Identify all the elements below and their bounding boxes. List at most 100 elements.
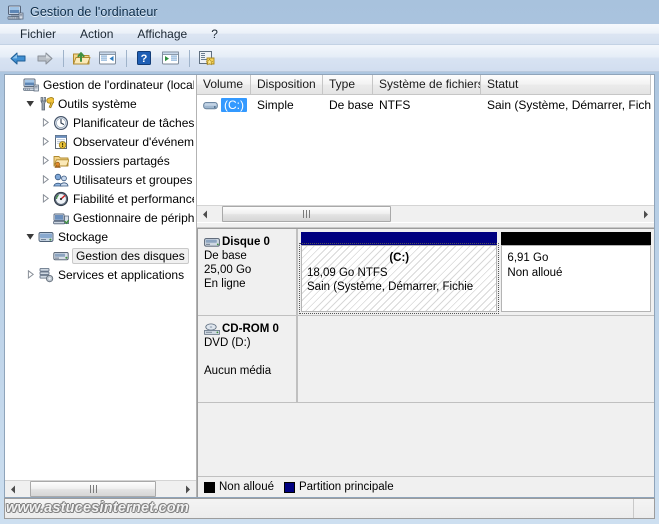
tools-icon <box>38 96 54 112</box>
tree-node-label: Outils système <box>58 96 137 111</box>
partition-body[interactable]: (C:) 18,09 Go NTFS Sain (Système, Démarrer… <box>298 243 500 314</box>
partition-size: 6,91 Go <box>507 252 549 264</box>
tree-node-stockage[interactable]: Stockage <box>5 227 196 246</box>
legend-label: Partition principale <box>298 481 394 493</box>
toolbar-help[interactable]: ? <box>132 47 156 70</box>
legend-label: Non alloué <box>219 481 274 493</box>
toolbar-back[interactable] <box>6 47 30 70</box>
table-row[interactable]: (C:) Simple De base NTFS Sain (Système, Déma… <box>197 95 654 115</box>
volume-list-body[interactable]: (C:) Simple De base NTFS Sain (Système, Déma… <box>197 95 654 115</box>
twisty-expanded-icon[interactable] <box>23 232 38 241</box>
disk-legend: Non alloué Partition principale <box>198 476 654 497</box>
tree-horizontal-scrollbar[interactable] <box>5 480 196 497</box>
titlebar: Gestion de l'ordinateur <box>0 0 659 24</box>
disk-info-panel[interactable]: CD-ROM 0 DVD (D:) Aucun média <box>198 316 298 402</box>
computer-management-window: Gestion de l'ordinateur Fichier Action A… <box>0 0 659 524</box>
volume-list-header[interactable]: Volume Disposition Type Système de fichiers… <box>197 75 654 95</box>
twisty-expanded-icon[interactable] <box>23 99 38 108</box>
scroll-right-icon[interactable] <box>637 206 654 222</box>
volume-column-header[interactable]: Disposition <box>251 75 323 95</box>
volume-list-horizontal-scrollbar[interactable] <box>197 205 654 222</box>
twisty-collapsed-icon[interactable] <box>38 156 53 165</box>
scroll-left-icon[interactable] <box>197 206 214 222</box>
disk-name: Disque 0 <box>222 236 270 248</box>
tree-node-dossiers-partag-s[interactable]: Dossiers partagés <box>5 151 196 170</box>
tree-node-gestion-des-disques[interactable]: Gestion des disques <box>5 246 196 265</box>
tree-node-fiabilit-et-performance[interactable]: Fiabilité et performance <box>5 189 196 208</box>
twisty-collapsed-icon[interactable] <box>23 270 38 279</box>
statusbar <box>4 498 655 519</box>
help-icon: ? <box>136 50 152 66</box>
partition-body[interactable]: 6,91 Go Non alloué <box>501 245 651 312</box>
partition-status: Non alloué <box>507 266 563 279</box>
users-icon <box>53 172 69 188</box>
twisty-collapsed-icon[interactable] <box>38 194 53 203</box>
volume-cell-status: Sain (Système, Démarrer, Fichi <box>487 98 651 112</box>
volume-cell-name[interactable]: (C:) <box>197 98 251 112</box>
disk-partition[interactable]: 6,91 Go Non alloué <box>501 232 651 312</box>
disk-rows[interactable]: Disque 0 De base 25,00 Go En ligne (C:) 18,09… <box>198 229 654 476</box>
console-tree[interactable]: Gestion de l'ordinateur (local) Outils sy… <box>5 75 196 480</box>
toolbar-show-hide-action-pane[interactable] <box>158 47 182 70</box>
volume-name: (C:) <box>221 98 247 112</box>
toolbar-separator-3 <box>189 49 190 67</box>
twisty-collapsed-icon[interactable] <box>38 118 53 127</box>
menu-action[interactable]: Action <box>70 25 123 43</box>
toolbar-forward[interactable] <box>32 47 56 70</box>
scroll-right-icon[interactable] <box>179 481 196 497</box>
disk-info-spacer <box>204 350 290 364</box>
toolbar-refresh[interactable] <box>195 47 219 70</box>
legend-swatch <box>204 481 215 493</box>
tree-scroll-track[interactable] <box>22 481 179 497</box>
toolbar-show-hide-tree[interactable] <box>95 47 119 70</box>
disk-name: CD-ROM 0 <box>222 323 279 335</box>
tree-node-outils-syst-me[interactable]: Outils système <box>5 94 196 113</box>
menu-affichage[interactable]: Affichage <box>127 25 197 43</box>
tree-node-gestionnaire-de-p-riph[interactable]: Gestionnaire de périphé <box>5 208 196 227</box>
volume-scroll-track[interactable] <box>214 206 637 222</box>
back-arrow-icon <box>9 51 28 66</box>
legend-primary-partition: Partition principale <box>283 481 394 493</box>
services-icon <box>38 267 54 283</box>
disk-partitions: (C:) 18,09 Go NTFS Sain (Système, Démarrer… <box>298 229 654 315</box>
tree-node-label: Gestion de l'ordinateur (local) <box>43 77 194 92</box>
toolbar-separator-1 <box>63 49 64 67</box>
volume-column-header[interactable]: Type <box>323 75 373 95</box>
menu-help[interactable]: ? <box>201 25 228 43</box>
volume-scroll-thumb[interactable] <box>222 206 391 222</box>
twisty-collapsed-icon[interactable] <box>38 137 53 146</box>
volume-column-header[interactable]: Statut <box>481 75 651 95</box>
disk-row[interactable]: Disque 0 De base 25,00 Go En ligne (C:) 18,09… <box>198 229 654 316</box>
resize-grip-icon[interactable] <box>633 499 654 518</box>
client-area: Gestion de l'ordinateur (local) Outils sy… <box>4 74 655 498</box>
clock-icon <box>53 115 69 131</box>
disk-row[interactable]: CD-ROM 0 DVD (D:) Aucun média <box>198 316 654 403</box>
tree-node-services-et-applications[interactable]: Services et applications <box>5 265 196 284</box>
toolbar-up-one-level[interactable] <box>69 47 93 70</box>
details-pane: Volume Disposition Type Système de fichiers… <box>197 75 654 497</box>
disk-type: De base <box>204 250 247 262</box>
shared-folder-icon <box>53 153 69 169</box>
tree-node-planificateur-de-t-ches[interactable]: Planificateur de tâches <box>5 113 196 132</box>
tree-scroll-thumb[interactable] <box>30 481 156 497</box>
disk-size: 25,00 Go <box>204 264 252 276</box>
tree-node-label: Gestion des disques <box>72 247 189 264</box>
tree-node-utilisateurs-et-groupes-l[interactable]: Utilisateurs et groupes l <box>5 170 196 189</box>
volume-cell-disposition: Simple <box>257 98 294 112</box>
disk-title: Disque 0 <box>204 235 290 249</box>
tree-node-label: Planificateur de tâches <box>73 115 194 130</box>
tree-node-observateur-d-v-neme[interactable]: Observateur d'événeme <box>5 132 196 151</box>
refresh-icon <box>198 50 216 66</box>
volume-drive-icon <box>203 100 218 111</box>
twisty-collapsed-icon[interactable] <box>38 175 53 184</box>
legend-swatch <box>283 481 295 493</box>
scroll-left-icon[interactable] <box>5 481 22 497</box>
disk-info-panel[interactable]: Disque 0 De base 25,00 Go En ligne <box>198 229 298 315</box>
menu-fichier[interactable]: Fichier <box>10 25 66 43</box>
tree-node-label: Utilisateurs et groupes l <box>73 172 194 187</box>
volume-column-header[interactable]: Volume <box>197 75 251 95</box>
tree-node-gestion-de-l-ordinateur-local[interactable]: Gestion de l'ordinateur (local) <box>5 75 196 94</box>
volume-column-header[interactable]: Système de fichiers <box>373 75 481 95</box>
disk-partition[interactable]: (C:) 18,09 Go NTFS Sain (Système, Démarrer… <box>298 232 500 314</box>
volume-list: Volume Disposition Type Système de fichiers… <box>197 75 654 205</box>
